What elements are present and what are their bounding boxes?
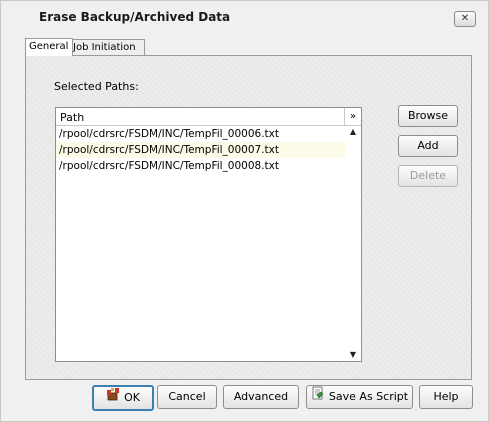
selected-paths-label: Selected Paths: <box>54 80 139 93</box>
list-item[interactable]: /rpool/cdrsrc/FSDM/INC/TempFil_00008.txt <box>56 158 345 174</box>
advanced-button[interactable]: Advanced <box>223 385 299 409</box>
help-button[interactable]: Help <box>419 385 473 409</box>
list-item[interactable]: /rpool/cdrsrc/FSDM/INC/TempFil_00007.txt <box>56 142 345 158</box>
close-button[interactable]: ✕ <box>454 11 476 27</box>
list-item[interactable]: /rpool/cdrsrc/FSDM/INC/TempFil_00006.txt <box>56 126 345 142</box>
list-header: Path » <box>56 108 361 126</box>
ok-button[interactable]: OK <box>92 385 154 411</box>
add-button[interactable]: Add <box>398 135 458 157</box>
delete-button[interactable]: Delete <box>398 165 458 187</box>
script-icon <box>311 386 325 408</box>
cancel-button[interactable]: Cancel <box>157 385 217 409</box>
double-chevron-down-icon[interactable]: » <box>344 108 361 125</box>
save-as-script-label: Save As Script <box>328 390 409 403</box>
column-header-path[interactable]: Path <box>60 111 84 124</box>
dialog-title: Erase Backup/Archived Data <box>39 10 231 24</box>
close-icon: ✕ <box>460 13 470 24</box>
tab-job-initiation[interactable]: Job Initiation <box>69 39 145 55</box>
title-bar: Erase Backup/Archived Data ✕ <box>1 1 488 33</box>
footer-button-bar: OK Cancel Advanced Save As Script Help <box>1 379 488 421</box>
ok-label: OK <box>124 391 140 404</box>
scroll-up-arrow-icon[interactable]: ▲ <box>345 126 361 138</box>
tab-general[interactable]: General <box>25 38 73 56</box>
scroll-down-arrow-icon[interactable]: ▼ <box>345 349 361 361</box>
vertical-scrollbar[interactable]: ▲ ▼ <box>345 126 361 361</box>
general-panel: Selected Paths: Path » /rpool/cdrsrc/FSD… <box>25 55 472 380</box>
browse-button[interactable]: Browse <box>398 105 458 127</box>
erase-backup-dialog: Erase Backup/Archived Data ✕ General Job… <box>0 0 489 422</box>
hand-key-icon <box>106 387 120 409</box>
paths-list[interactable]: Path » /rpool/cdrsrc/FSDM/INC/TempFil_00… <box>55 107 362 362</box>
save-as-script-button[interactable]: Save As Script <box>306 385 413 409</box>
list-rows: /rpool/cdrsrc/FSDM/INC/TempFil_00006.txt… <box>56 126 345 174</box>
